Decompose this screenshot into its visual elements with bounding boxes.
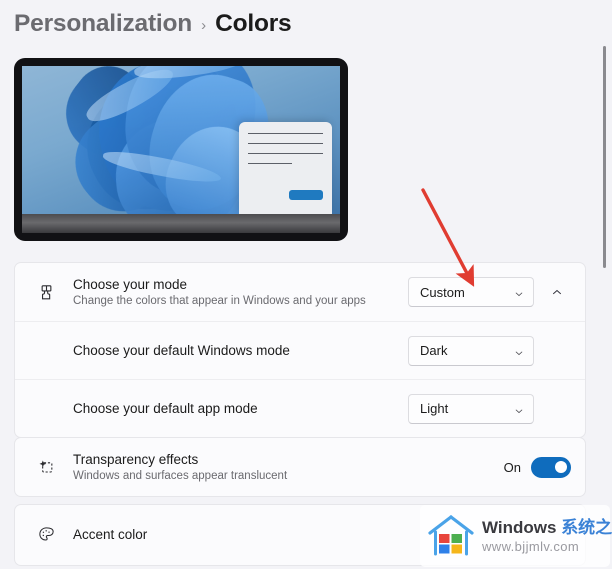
windows-house-logo-icon [426, 513, 476, 559]
dropdown-value: Dark [420, 343, 448, 358]
row-text-block: Transparency effects Windows and surface… [63, 451, 504, 484]
choose-your-mode-card: Choose your mode Change the colors that … [14, 262, 586, 438]
row-default-windows-mode[interactable]: Choose your default Windows mode Dark [15, 321, 585, 379]
chevron-down-icon [514, 287, 524, 297]
paintbrush-icon [29, 283, 63, 302]
default-windows-mode-dropdown[interactable]: Dark [408, 335, 534, 366]
toggle-knob [555, 461, 567, 473]
sparkle-icon [29, 457, 63, 477]
page-title: Colors [215, 10, 292, 37]
preview-app-window [239, 122, 332, 214]
transparency-toggle-group: On [503, 456, 571, 478]
scrollbar-thumb[interactable] [603, 46, 606, 268]
row-default-app-mode[interactable]: Choose your default app mode Light [15, 379, 585, 437]
preview-text-line [248, 143, 323, 144]
row-title: Choose your mode [73, 276, 188, 292]
expand-collapse-button[interactable] [543, 278, 571, 306]
row-title: Choose your default Windows mode [73, 343, 290, 358]
default-app-mode-dropdown[interactable]: Light [408, 393, 534, 424]
preview-device-base [22, 214, 340, 233]
row-text-block: Choose your default app mode [63, 400, 408, 417]
row-text-block: Choose your mode Change the colors that … [63, 276, 408, 309]
row-controls: Custom [408, 277, 571, 307]
row-controls: Dark [408, 335, 571, 366]
row-text-block: Choose your default Windows mode [63, 342, 408, 359]
transparency-effects-card: Transparency effects Windows and surface… [14, 437, 586, 497]
row-subtitle: Windows and surfaces appear translucent [73, 469, 288, 482]
row-subtitle: Change the colors that appear in Windows… [73, 294, 366, 307]
row-choose-your-mode[interactable]: Choose your mode Change the colors that … [15, 263, 585, 321]
row-transparency-effects[interactable]: Transparency effects Windows and surface… [15, 438, 585, 496]
palette-icon [29, 525, 63, 544]
row-controls: Light [408, 393, 571, 424]
vertical-scrollbar[interactable] [600, 44, 609, 564]
choose-your-mode-dropdown[interactable]: Custom [408, 277, 534, 307]
row-title: Choose your default app mode [73, 401, 258, 416]
preview-text-line [248, 163, 292, 164]
preview-text-line [248, 133, 323, 134]
preview-text-line [248, 153, 323, 154]
watermark-url: www.bjjmlv.com [482, 539, 580, 554]
watermark-text: Windows 系统之家 www.bjjmlv.com [482, 517, 612, 555]
dropdown-value: Light [420, 401, 449, 416]
row-controls: On [503, 456, 571, 478]
breadcrumb-link-personalization[interactable]: Personalization [14, 10, 192, 38]
toggle-state-label: On [503, 459, 521, 475]
watermark-brand-cn: 系统之家 [561, 518, 612, 537]
chevron-down-icon [514, 404, 524, 414]
colors-preview-image [14, 58, 348, 241]
row-title: Transparency effects [73, 451, 199, 467]
chevron-down-icon [514, 346, 524, 356]
watermark-brand: Windows 系统之家 [482, 517, 612, 538]
watermark: Windows 系统之家 www.bjjmlv.com [420, 505, 612, 567]
preview-wallpaper [22, 66, 340, 214]
transparency-effects-toggle[interactable] [531, 456, 571, 478]
breadcrumb-separator-icon: › [201, 16, 207, 34]
dropdown-value: Custom [420, 284, 465, 300]
watermark-brand-en: Windows [482, 518, 562, 537]
preview-accent-button [289, 190, 323, 200]
breadcrumb: Personalization › Colors [0, 0, 612, 42]
